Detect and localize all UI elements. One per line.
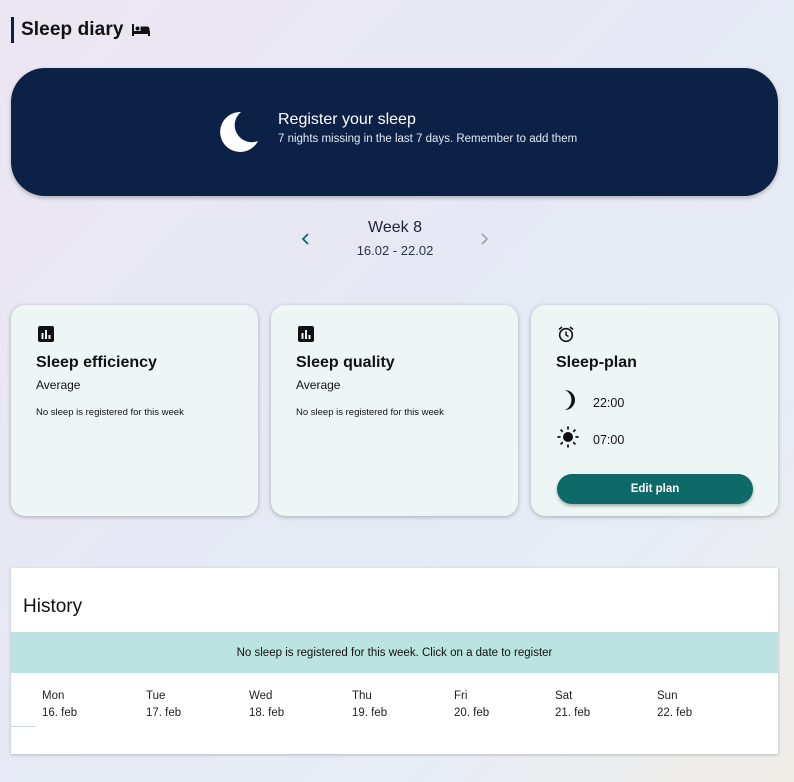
day-date: 16. feb — [42, 707, 78, 719]
edit-plan-button[interactable]: Edit plan — [557, 474, 753, 504]
divider — [11, 726, 36, 727]
card-note: No sleep is registered for this week — [36, 407, 184, 418]
banner-subtitle: 7 nights missing in the last 7 days. Rem… — [278, 133, 578, 145]
history-panel: History No sleep is registered for this … — [11, 568, 778, 754]
page-title: Sleep diary — [11, 17, 151, 43]
alarm-clock-icon — [557, 325, 575, 343]
history-day-sat[interactable]: Sat 21. feb — [555, 690, 645, 719]
day-name: Fri — [454, 690, 468, 702]
day-date: 17. feb — [146, 707, 182, 719]
day-name: Sat — [555, 690, 573, 702]
day-date: 21. feb — [555, 707, 591, 719]
sleep-plan-card: Sleep-plan 22:00 07:00 Edit plan — [531, 305, 778, 516]
card-title: Sleep-plan — [556, 354, 637, 371]
card-title: Sleep efficiency — [36, 354, 157, 371]
waketime-value: 07:00 — [593, 432, 625, 447]
chevron-right-icon — [481, 233, 489, 245]
register-sleep-banner[interactable]: Register your sleep 7 nights missing in … — [11, 68, 778, 196]
moon-icon — [557, 389, 579, 416]
bed-icon — [131, 22, 151, 38]
day-date: 22. feb — [657, 707, 693, 719]
day-name: Tue — [146, 690, 166, 702]
day-name: Thu — [352, 690, 372, 702]
history-day-sun[interactable]: Sun 22. feb — [657, 690, 747, 719]
day-name: Wed — [249, 690, 273, 702]
page-title-text: Sleep diary — [21, 19, 124, 40]
sun-icon — [557, 426, 579, 453]
card-title: Sleep quality — [296, 354, 395, 371]
bar-chart-icon — [37, 325, 55, 343]
card-subtitle: Average — [296, 378, 341, 392]
week-range: 16.02 - 22.02 — [356, 243, 434, 258]
history-title: History — [23, 596, 83, 617]
history-day-fri[interactable]: Fri 20. feb — [454, 690, 544, 719]
week-navigator: Week 8 16.02 - 22.02 — [290, 215, 500, 265]
next-week-button[interactable] — [474, 229, 494, 249]
day-date: 20. feb — [454, 707, 490, 719]
history-day-wed[interactable]: Wed 18. feb — [249, 690, 339, 719]
banner-title: Register your sleep — [278, 111, 416, 128]
history-days: Mon 16. feb Tue 17. feb Wed 18. feb Thu … — [11, 674, 778, 754]
day-date: 19. feb — [352, 707, 388, 719]
week-title: Week 8 — [368, 219, 422, 236]
history-empty-banner: No sleep is registered for this week. Cl… — [11, 632, 778, 673]
bar-chart-icon — [297, 325, 315, 343]
sleep-efficiency-card[interactable]: Sleep efficiency Average No sleep is reg… — [11, 305, 258, 516]
bedtime-value: 22:00 — [593, 395, 625, 410]
history-day-mon[interactable]: Mon 16. feb — [42, 690, 132, 719]
day-date: 18. feb — [249, 707, 285, 719]
history-day-thu[interactable]: Thu 19. feb — [352, 690, 442, 719]
moon-icon — [216, 110, 260, 159]
bedtime-row: 22:00 — [557, 389, 624, 416]
card-subtitle: Average — [36, 378, 81, 392]
history-day-tue[interactable]: Tue 17. feb — [146, 690, 236, 719]
day-name: Sun — [657, 690, 678, 702]
card-note: No sleep is registered for this week — [296, 407, 444, 418]
sleep-quality-card[interactable]: Sleep quality Average No sleep is regist… — [271, 305, 518, 516]
waketime-row: 07:00 — [557, 426, 624, 453]
day-name: Mon — [42, 690, 65, 702]
